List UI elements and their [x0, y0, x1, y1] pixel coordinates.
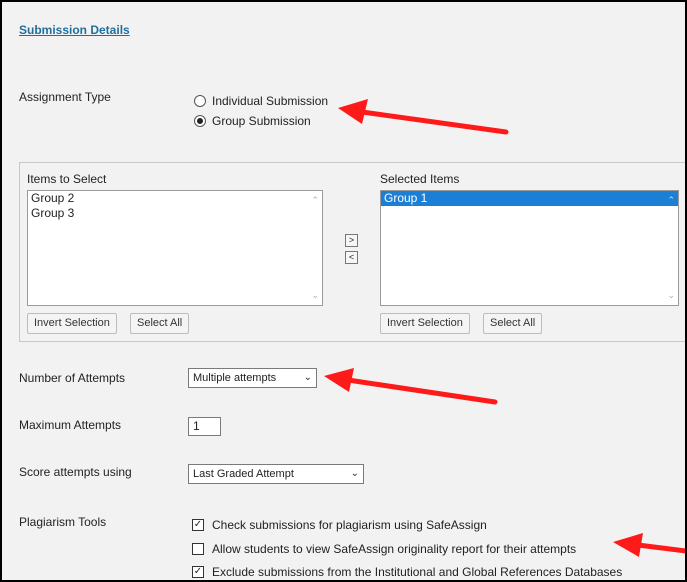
red-arrow-assignment-type: [338, 99, 509, 135]
submission-details-form: Submission Details Assignment Type Indiv…: [0, 0, 687, 582]
annotation-arrows: [324, 99, 685, 557]
red-arrow-attempts: [324, 368, 498, 405]
red-arrow-originality: [613, 533, 685, 557]
